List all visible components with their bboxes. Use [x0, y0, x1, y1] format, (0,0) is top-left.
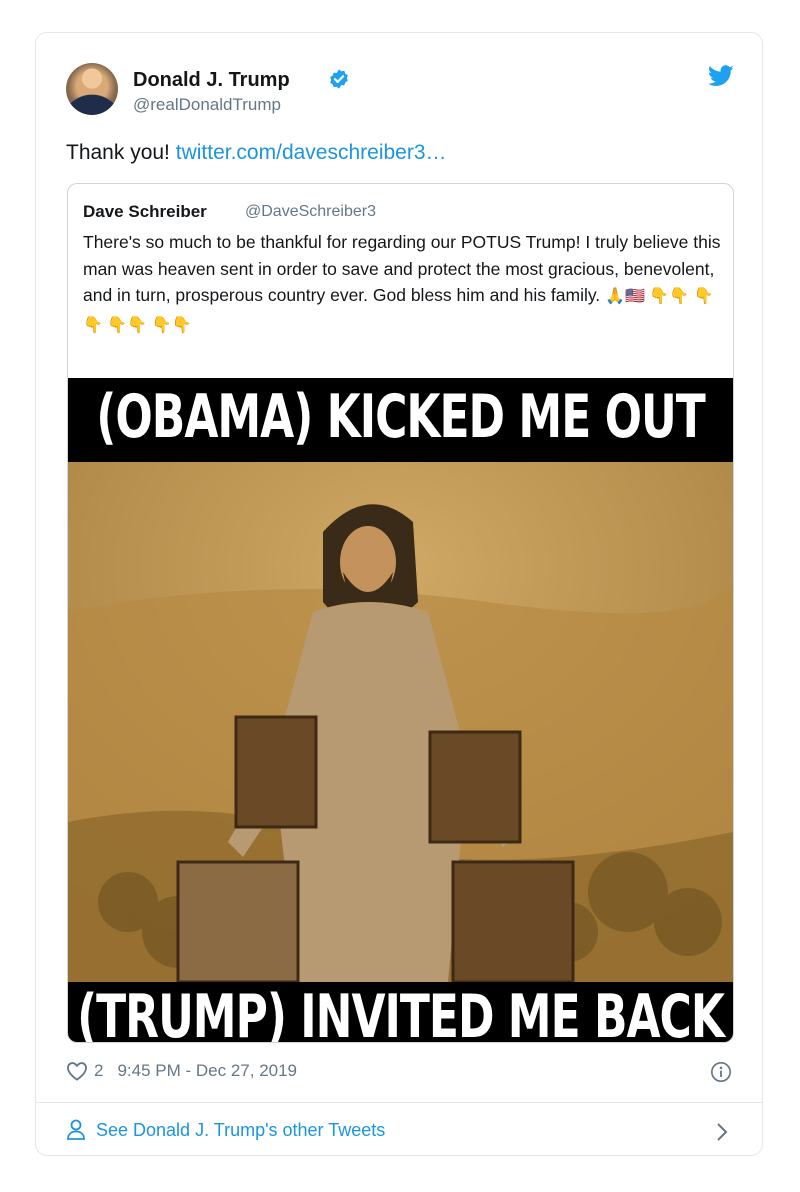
author-name[interactable]: Donald J. Trump: [133, 69, 290, 92]
footer-divider: [36, 1102, 762, 1103]
like-count: 2: [94, 1061, 104, 1080]
tweet-text: Thank you! twitter.com/daveschreiber3…: [66, 141, 447, 165]
twitter-bird-icon[interactable]: [708, 65, 734, 87]
meme-photo-illustration: [68, 462, 733, 982]
meme-photo: [68, 462, 733, 982]
see-other-tweets-link[interactable]: See Donald J. Trump's other Tweets: [66, 1119, 385, 1141]
quoted-text: There's so much to be thankful for regar…: [83, 229, 723, 339]
quoted-author-name: Dave Schreiber: [83, 202, 207, 221]
tweet-card: Donald J. Trump @realDonaldTrump Thank y…: [35, 32, 763, 1156]
quoted-author-handle: @DaveSchreiber3: [245, 203, 376, 220]
person-icon: [67, 1119, 85, 1140]
quoted-tweet[interactable]: Dave Schreiber @DaveSchreiber3 There's s…: [67, 183, 734, 1043]
heart-icon[interactable]: [66, 1061, 88, 1081]
tweet-footer: 2 9:45 PM - Dec 27, 2019: [66, 1061, 297, 1081]
verified-badge-icon: [330, 69, 348, 89]
chevron-right-icon[interactable]: [714, 1121, 730, 1143]
meme-bottom-caption: (TRUMP) INVITED ME BACK: [77, 983, 725, 1043]
meme-top-caption: (OBAMA) KICKED ME OUT: [96, 383, 705, 452]
info-icon[interactable]: [710, 1061, 732, 1083]
tweet-text-prefix: Thank you!: [66, 141, 170, 164]
avatar[interactable]: [66, 63, 118, 115]
tweet-timestamp[interactable]: 9:45 PM - Dec 27, 2019: [117, 1061, 297, 1081]
quoted-image[interactable]: (OBAMA) KICKED ME OUT (TRUMP) INVITED ME…: [68, 378, 733, 1043]
author-handle[interactable]: @realDonaldTrump: [133, 95, 281, 115]
tweet-link[interactable]: twitter.com/daveschreiber3…: [176, 141, 447, 164]
see-other-tweets-label: See Donald J. Trump's other Tweets: [96, 1119, 386, 1140]
